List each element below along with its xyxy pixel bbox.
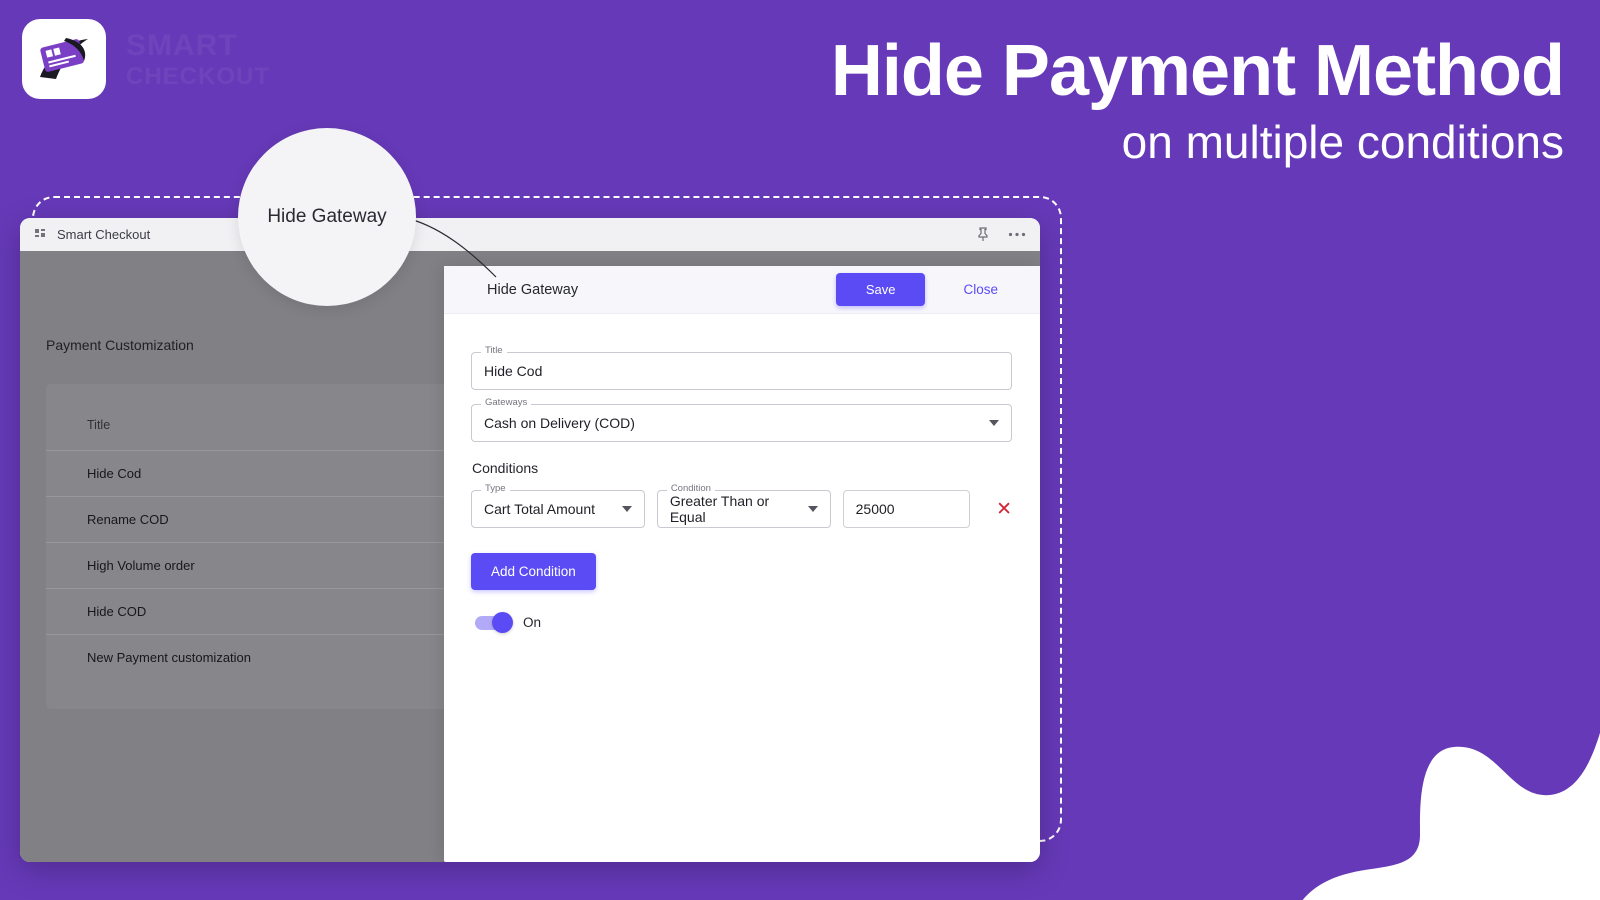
toggle-state-label: On <box>523 615 542 630</box>
app-body: Payment Customization Title Type Hide Co… <box>20 251 1040 862</box>
close-x-icon[interactable]: ✕ <box>996 500 1012 519</box>
modal-body: Title Hide Cod Gateways Cash on Delivery… <box>444 314 1040 633</box>
condition-type-select[interactable]: Type Cart Total Amount <box>471 484 645 528</box>
gateways-select-value: Cash on Delivery (COD) <box>484 415 635 431</box>
title-field-label: Title <box>481 346 507 356</box>
callout-label: Hide Gateway <box>267 206 387 227</box>
poster-canvas: SMART CHECKOUT Hide Payment Method on mu… <box>0 0 1600 900</box>
add-condition-button[interactable]: Add Condition <box>471 553 596 590</box>
modal-title: Hide Gateway <box>487 281 579 298</box>
window-controls <box>976 218 1026 251</box>
condition-operator-label: Condition <box>666 484 715 494</box>
app-window: Smart Checkout Payment Customization Tit… <box>20 218 1040 862</box>
gateways-select[interactable]: Gateways Cash on Delivery (COD) <box>471 398 1012 442</box>
condition-value-text: 25000 <box>855 501 895 517</box>
gateways-select-label: Gateways <box>481 398 532 408</box>
condition-operator-select[interactable]: Condition Greater Than or Equal <box>656 484 831 528</box>
conditions-heading: Conditions <box>472 460 539 476</box>
condition-operator-value: Greater Than or Equal <box>669 493 770 525</box>
chevron-down-icon <box>807 506 818 512</box>
title-field[interactable]: Title Hide Cod <box>471 346 1012 390</box>
headline-sub: on multiple conditions <box>1121 115 1564 168</box>
pushpin-icon[interactable] <box>976 227 990 242</box>
condition-type-value: Cart Total Amount <box>484 501 596 517</box>
ellipsis-icon[interactable] <box>1008 232 1026 237</box>
enable-toggle[interactable] <box>475 611 513 633</box>
poster-headline: Hide Payment Method on multiple conditio… <box>830 31 1565 168</box>
app-grid-icon <box>34 228 47 241</box>
window-titlebar: Smart Checkout <box>20 218 1040 251</box>
decorative-blob <box>1302 732 1600 900</box>
chevron-down-icon <box>621 506 632 512</box>
chevron-down-icon <box>989 420 999 426</box>
hide-gateway-modal: Hide Gateway Save Close Title Hide Cod G… <box>444 266 1040 862</box>
headline-main: Hide Payment Method <box>830 31 1565 111</box>
credit-card-swoosh-icon <box>40 38 88 79</box>
condition-type-label: Type <box>481 484 510 494</box>
condition-row: Type Cart Total Amount Condition Greater… <box>471 484 1012 528</box>
toggle-knob <box>492 611 513 633</box>
brand-line-1: SMART <box>126 29 238 62</box>
close-button[interactable]: Close <box>945 273 1016 306</box>
modal-header: Hide Gateway Save Close <box>444 266 1040 314</box>
brand-line-2: CHECKOUT <box>126 62 270 90</box>
enable-toggle-row: On <box>475 611 1012 633</box>
window-title: Smart Checkout <box>57 227 151 242</box>
callout-bubble: Hide Gateway <box>238 128 416 306</box>
condition-value-input[interactable]: 25000 <box>842 490 971 528</box>
save-button[interactable]: Save <box>835 273 926 306</box>
title-field-value: Hide Cod <box>484 363 543 379</box>
brand-wordmark: SMART CHECKOUT <box>126 30 270 89</box>
brand-logo <box>22 19 106 99</box>
